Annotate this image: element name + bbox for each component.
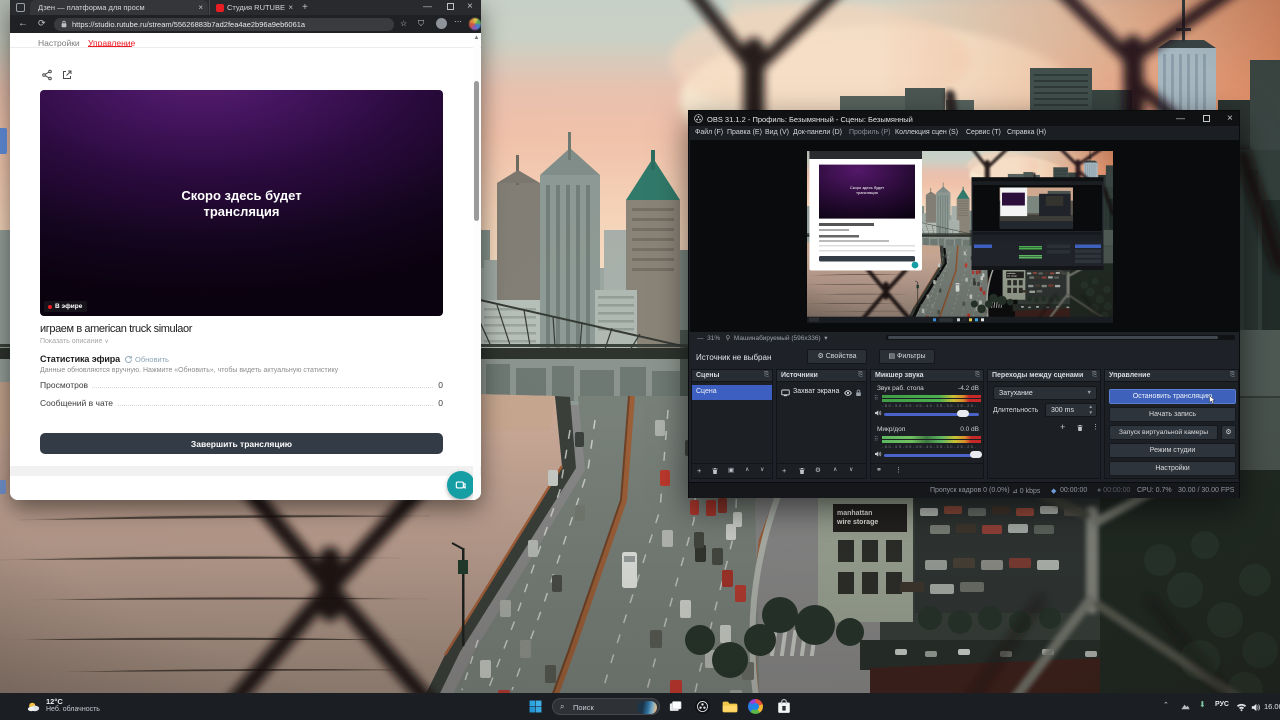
- svg-text:трансляция: трансляция: [856, 190, 878, 195]
